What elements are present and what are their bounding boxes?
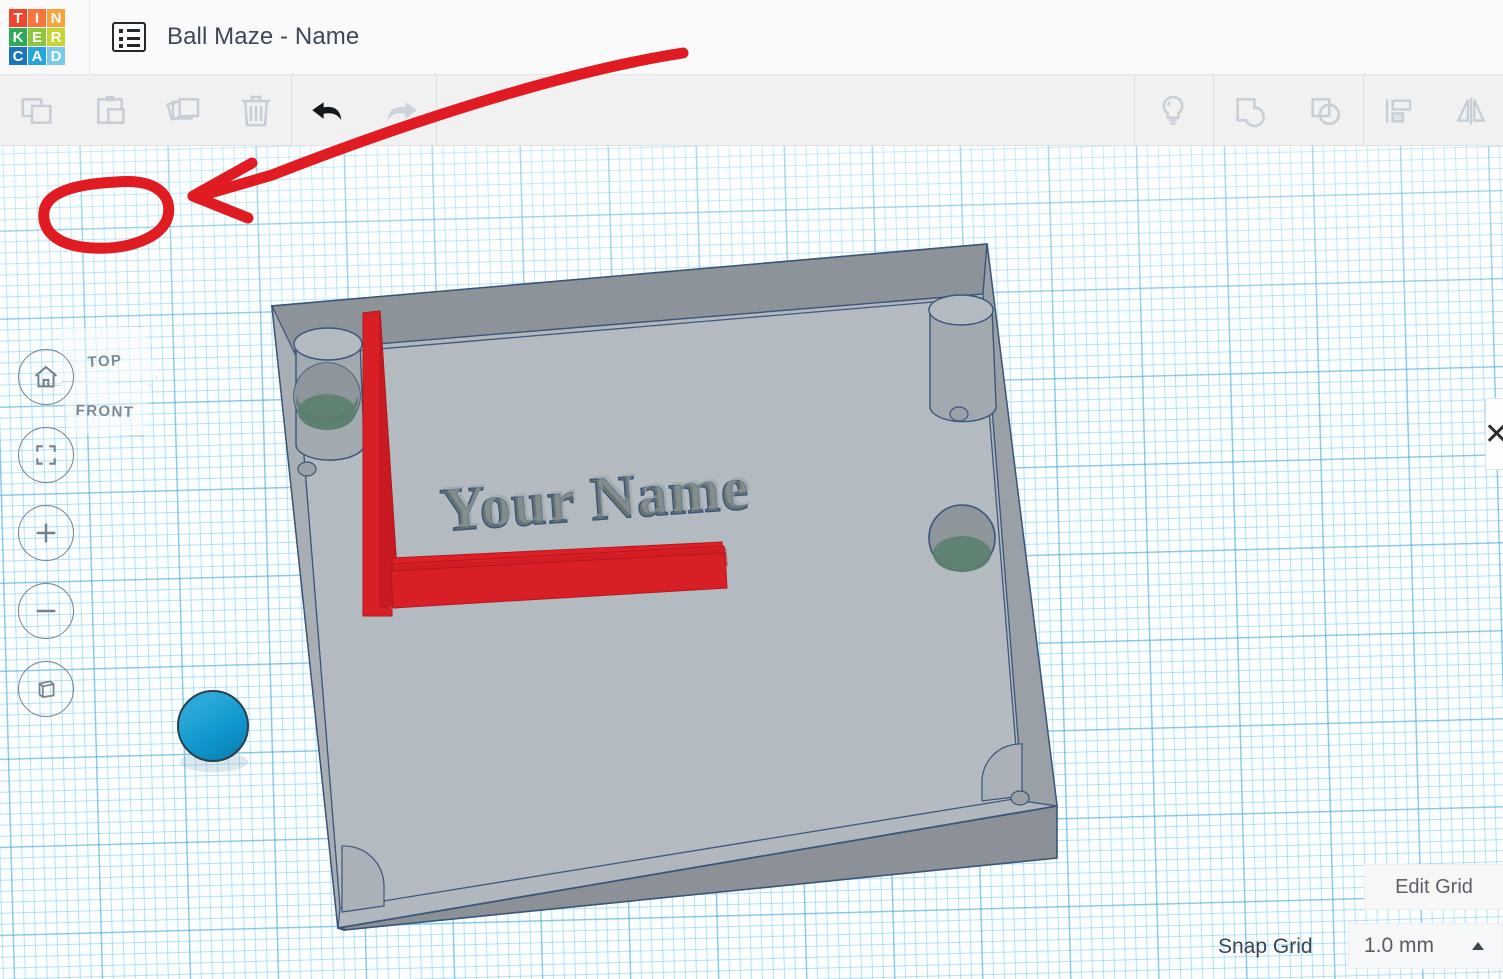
redo-button[interactable]	[364, 75, 437, 146]
paste-button[interactable]	[73, 75, 146, 146]
trash-icon	[236, 91, 276, 131]
toolbar-align-group	[1363, 75, 1503, 146]
fit-view-button[interactable]	[18, 427, 74, 483]
view-navigation-controls	[18, 349, 74, 739]
view-mode-button[interactable]	[18, 661, 74, 717]
notes-button[interactable]	[1134, 75, 1212, 146]
tinkercad-logo[interactable]: TIN KER CAD	[9, 9, 65, 65]
header-divider	[89, 0, 90, 75]
ungroup-shapes-icon	[1306, 91, 1346, 131]
align-button[interactable]	[1363, 75, 1435, 146]
logo-cell-d: D	[47, 47, 65, 65]
app-header: TIN KER CAD Ball Maze - Name	[0, 0, 1503, 75]
tinkercad-app: Your Name Your Name TOP FRONT	[0, 0, 1503, 979]
duplicate-button[interactable]	[146, 75, 219, 146]
paste-icon	[90, 91, 130, 131]
logo-cell-e: E	[28, 28, 46, 46]
toolbar-history-group	[291, 75, 437, 146]
ungroup-button[interactable]	[1288, 75, 1363, 146]
duplicate-icon	[163, 91, 203, 131]
chevron-up-icon	[1472, 942, 1484, 950]
snap-grid-value: 1.0 mm	[1364, 934, 1434, 958]
snap-grid-select[interactable]: 1.0 mm	[1348, 923, 1503, 969]
lightbulb-icon	[1154, 92, 1192, 130]
snap-grid-label: Snap Grid	[1218, 935, 1313, 959]
toolbar-group-group	[1213, 75, 1363, 146]
group-button[interactable]	[1213, 75, 1288, 146]
home-icon	[32, 363, 60, 391]
zoom-in-button[interactable]	[18, 505, 74, 561]
redo-arrow-icon	[380, 90, 422, 132]
copy-icon	[17, 91, 57, 131]
logo-cell-t: T	[9, 9, 27, 27]
mirror-button[interactable]	[1435, 75, 1503, 146]
logo-cell-k: K	[9, 28, 27, 46]
mirror-flip-icon	[1452, 92, 1490, 130]
grid-fade-overlay	[0, 146, 1503, 979]
toolbar-separator-2	[436, 75, 437, 146]
main-toolbar	[0, 75, 1503, 146]
right-panel-collapse-handle[interactable]: ✕	[1485, 398, 1503, 470]
logo-cell-a: A	[28, 47, 46, 65]
page-title: Ball Maze - Name	[167, 23, 359, 51]
undo-arrow-icon	[307, 90, 349, 132]
toolbar-edit-group	[0, 75, 292, 146]
logo-cell-i: I	[28, 9, 46, 27]
list-document-icon[interactable]	[112, 22, 146, 52]
3d-viewport[interactable]: Your Name Your Name TOP FRONT	[0, 146, 1503, 979]
logo-cell-c: C	[9, 47, 27, 65]
copy-button[interactable]	[0, 75, 73, 146]
logo-cell-r: R	[47, 28, 65, 46]
delete-button[interactable]	[219, 75, 292, 146]
align-icon	[1380, 92, 1418, 130]
box-view-icon	[33, 676, 59, 702]
minus-icon	[32, 597, 60, 625]
plus-icon	[32, 519, 60, 547]
home-view-button[interactable]	[18, 349, 74, 405]
fit-frame-icon	[33, 442, 59, 468]
logo-cell-n: N	[47, 9, 65, 27]
zoom-out-button[interactable]	[18, 583, 74, 639]
toolbar-notes-group	[1134, 75, 1212, 146]
undo-button[interactable]	[291, 75, 364, 146]
edit-grid-button[interactable]: Edit Grid	[1364, 864, 1503, 910]
group-shapes-icon	[1231, 91, 1271, 131]
